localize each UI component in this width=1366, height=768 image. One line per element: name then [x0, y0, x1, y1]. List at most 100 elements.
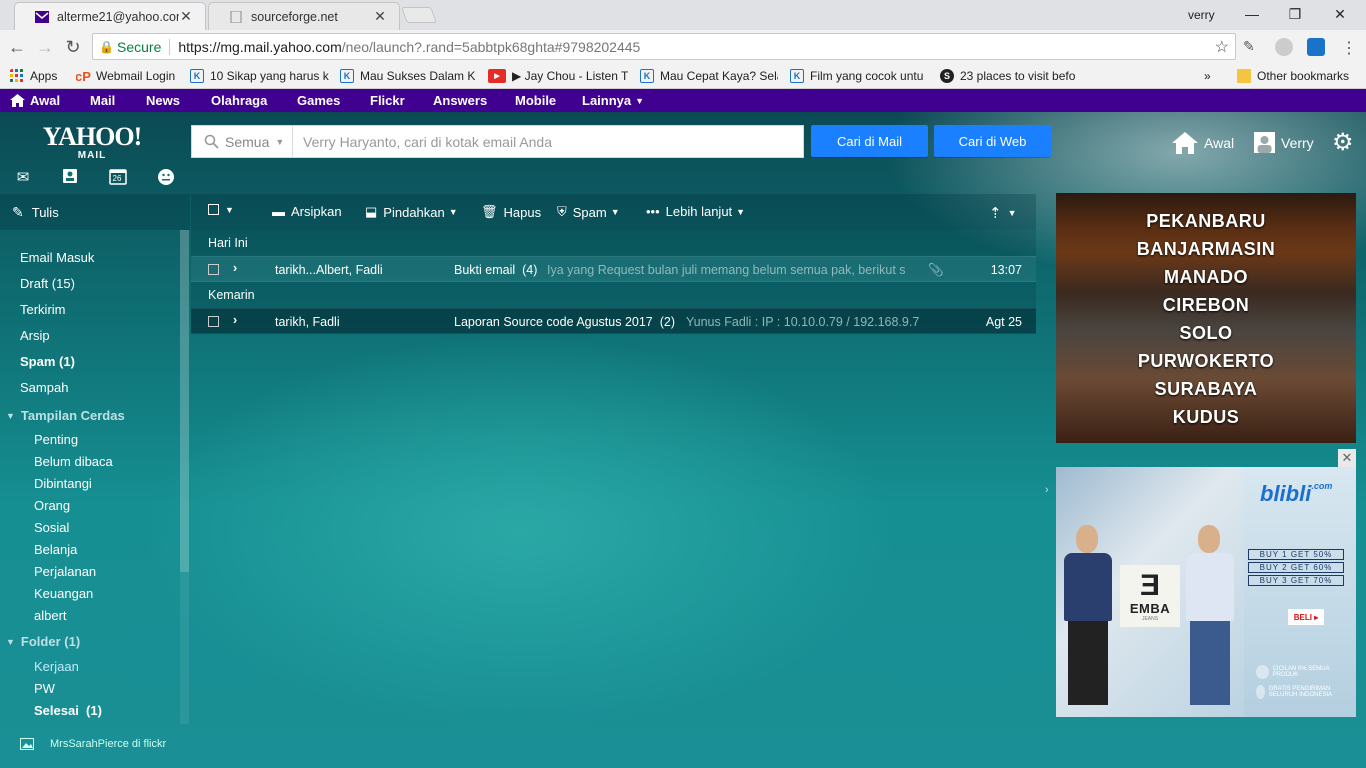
expand-chevron-icon[interactable]: › [233, 313, 237, 327]
more-button[interactable]: ••• Lebih lanjut ▼ [646, 204, 745, 219]
nav-news[interactable]: News [146, 93, 180, 108]
mail-app: YAHOO! MAIL ✉ 26 Semua ▼ Cari di Mail Ca… [0, 112, 1366, 768]
bookmark-apps[interactable]: Apps [10, 67, 57, 85]
select-all-checkbox[interactable]: ▼ [208, 204, 234, 215]
nav-games[interactable]: Games [297, 93, 340, 108]
scrollbar-thumb[interactable] [180, 230, 189, 572]
nav-awal[interactable]: Awal [10, 93, 60, 108]
row-checkbox[interactable] [208, 264, 219, 275]
smart-views-header[interactable]: ▼ Tampilan Cerdas [6, 408, 125, 423]
smart-view-item[interactable]: Penting [34, 432, 78, 447]
bookmark-item[interactable]: K Mau Cepat Kaya? Sela [640, 67, 778, 85]
emba-e-icon: Ǝ [1139, 568, 1160, 602]
nav-mobile[interactable]: Mobile [515, 93, 556, 108]
message-snippet: Iya yang Request bulan juli memang belum… [547, 263, 906, 277]
compose-label: Tulis [31, 204, 59, 220]
minimize-icon[interactable]: — [1232, 3, 1272, 25]
bookmark-item[interactable]: K Film yang cocok untu [790, 67, 928, 85]
bookmark-webmail[interactable]: cP Webmail Login [76, 67, 178, 85]
move-button[interactable]: ⬓ Pindahkan ▼ [365, 204, 458, 220]
k-icon: K [640, 69, 654, 83]
user-folder-selesai[interactable]: Selesai (1) [34, 703, 102, 718]
nav-flickr[interactable]: Flickr [370, 93, 405, 108]
buy-button[interactable]: BELI ▸ [1288, 609, 1324, 625]
fashion-ad[interactable]: Ǝ EMBA JEANS blibli.com BUY 1 GET 50% BU… [1056, 467, 1356, 717]
back-icon[interactable]: ← [6, 36, 28, 58]
smart-view-item[interactable]: albert [34, 608, 67, 623]
contacts-icon[interactable] [60, 168, 80, 186]
profile-name[interactable]: verry [1188, 8, 1215, 22]
sidebar-scrollbar[interactable] [180, 230, 189, 724]
messenger-icon[interactable] [156, 168, 176, 186]
close-ad-icon[interactable]: ✕ [1338, 449, 1356, 467]
more-bookmarks-button[interactable]: » [1204, 67, 1211, 85]
settings-gear-icon[interactable]: ⚙ [1332, 128, 1354, 157]
tab-yahoo-mail[interactable]: alterme21@yahoo.com - ✕ [14, 2, 206, 30]
search-scope-dropdown[interactable]: Semua ▼ [192, 126, 293, 157]
menu-icon[interactable]: ⋮ [1340, 38, 1358, 57]
compose-button[interactable]: ✎ Tulis [0, 194, 190, 230]
folder-draft[interactable]: Draft (15) [20, 276, 75, 291]
close-tab-icon[interactable]: ✕ [373, 8, 387, 25]
mail-icon[interactable]: ✉ [13, 168, 33, 186]
archive-button[interactable]: ▬ Arsipkan [272, 204, 342, 219]
message-row[interactable]: › tarikh, Fadli Laporan Source code Agus… [191, 308, 1036, 334]
nav-mail[interactable]: Mail [90, 93, 115, 108]
nav-lainnya[interactable]: Lainnya ▼ [582, 93, 644, 108]
folder-inbox[interactable]: Email Masuk [20, 250, 94, 265]
new-tab-button[interactable] [401, 7, 437, 23]
bookmark-other[interactable]: Other bookmarks [1237, 67, 1349, 85]
chevron-right-icon[interactable]: › [1045, 484, 1049, 496]
eyedropper-icon[interactable]: ✎ [1243, 38, 1261, 56]
expand-chevron-icon[interactable]: › [233, 261, 237, 275]
bookmark-item[interactable]: S 23 places to visit befo [940, 67, 1078, 85]
nav-olahraga[interactable]: Olahraga [211, 93, 267, 108]
search-input[interactable] [293, 126, 803, 157]
restore-icon[interactable]: ❐ [1275, 3, 1315, 25]
extension-icon[interactable] [1275, 38, 1293, 56]
smart-view-item[interactable]: Dibintangi [34, 476, 92, 491]
user-folder-pw[interactable]: PW [34, 681, 55, 696]
folder-archive[interactable]: Arsip [20, 328, 50, 343]
smart-view-item[interactable]: Orang [34, 498, 70, 513]
spam-button[interactable]: ⛨ Spam ▼ [557, 204, 620, 220]
reload-icon[interactable]: ↻ [62, 36, 84, 58]
bookmark-item[interactable]: K 10 Sikap yang harus k [190, 67, 330, 85]
row-checkbox[interactable] [208, 316, 219, 327]
message-row[interactable]: › tarikh...Albert, Fadli Bukti email (4)… [191, 256, 1036, 282]
bookmark-item[interactable]: K Mau Sukses Dalam K [340, 67, 478, 85]
folder-spam[interactable]: Spam (1) [20, 354, 75, 369]
folder-icon [1237, 69, 1251, 83]
smart-view-item[interactable]: Keuangan [34, 586, 93, 601]
yahoo-mail-logo[interactable]: YAHOO! MAIL [42, 124, 143, 162]
smart-view-item[interactable]: Perjalanan [34, 564, 96, 579]
folders-header[interactable]: ▼ Folder (1) [6, 634, 80, 649]
forward-icon[interactable]: → [34, 36, 56, 58]
user-menu[interactable]: Verry [1254, 132, 1314, 153]
bookmark-star-icon[interactable]: ☆ [1215, 37, 1229, 57]
smart-view-item[interactable]: Belanja [34, 542, 77, 557]
folder-trash[interactable]: Sampah [20, 380, 68, 395]
bookmark-item[interactable]: ▶ ▶ Jay Chou - Listen T [488, 67, 628, 85]
smart-view-item[interactable]: Belum dibaca [34, 454, 113, 469]
address-bar[interactable]: 🔒 Secure https://mg.mail.yahoo.com/neo/l… [92, 33, 1236, 60]
home-link[interactable]: Awal [1172, 132, 1234, 154]
close-tab-icon[interactable]: ✕ [179, 8, 193, 25]
delete-button[interactable]: 🗑 Hapus [481, 204, 541, 220]
nav-answers[interactable]: Answers [433, 93, 487, 108]
message-sender: tarikh...Albert, Fadli [275, 263, 383, 277]
city-banner-ad[interactable]: PEKANBARU BANJARMASIN MANADO CIREBON SOL… [1056, 193, 1356, 443]
promo-installment: CICILAN 0% SEMUA PRODUK [1256, 665, 1348, 679]
smart-view-item[interactable]: Sosial [34, 520, 69, 535]
user-folder-kerjaan[interactable]: Kerjaan [34, 659, 79, 674]
close-window-icon[interactable]: ✕ [1320, 3, 1360, 25]
search-web-button[interactable]: Cari di Web [934, 125, 1051, 157]
search-mail-button[interactable]: Cari di Mail [811, 125, 928, 157]
sort-button[interactable]: ⇡ ▼ [989, 204, 1017, 222]
tab-sourceforge[interactable]: sourceforge.net ✕ [208, 2, 400, 30]
folder-sent[interactable]: Terkirim [20, 302, 66, 317]
bookmark-label: Mau Sukses Dalam K [360, 69, 476, 83]
s-extension-icon[interactable] [1307, 38, 1325, 56]
background-credit[interactable]: MrsSarahPierce di flickr [20, 738, 166, 750]
url-text[interactable]: https://mg.mail.yahoo.com/neo/launch?.ra… [178, 39, 640, 55]
